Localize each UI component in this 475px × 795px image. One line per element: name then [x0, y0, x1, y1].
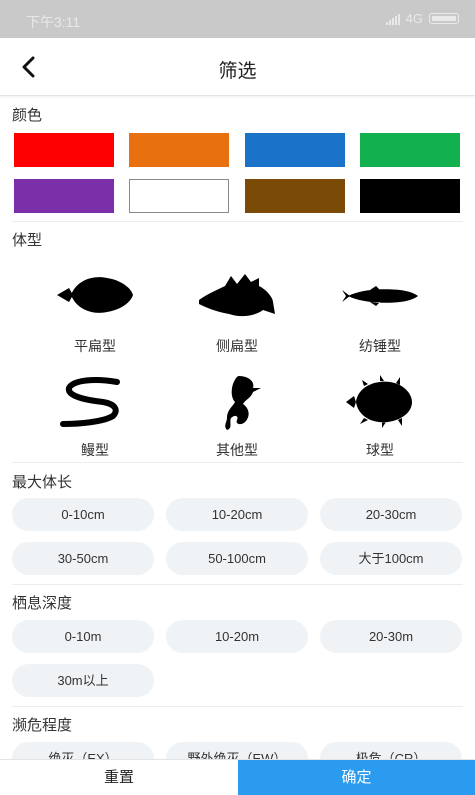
divider [12, 706, 463, 707]
color-swatch-blue[interactable] [245, 133, 345, 167]
flatfish-icon [57, 277, 133, 313]
spindle-fish-icon [342, 286, 418, 306]
depth-option[interactable]: 20-30m [320, 620, 462, 653]
body-type-eel[interactable]: 鳗型 [20, 368, 170, 468]
section-title-color: 颜色 [12, 107, 43, 124]
section-title-endangered: 濒危程度 [12, 717, 73, 734]
color-swatch-black[interactable] [360, 179, 460, 213]
status-time: 下午3:11 [26, 14, 81, 30]
battery-icon [429, 13, 459, 24]
body-type-label: 纺锤型 [359, 338, 401, 354]
confirm-button[interactable]: 确定 [238, 760, 475, 795]
color-swatch-green[interactable] [360, 133, 460, 167]
body-type-label: 平扁型 [74, 338, 116, 354]
reset-button[interactable]: 重置 [0, 760, 238, 795]
body-type-label: 侧扁型 [216, 338, 258, 354]
footer-actions: 重置 确定 [0, 759, 475, 795]
body-type-flat[interactable]: 平扁型 [20, 264, 170, 364]
section-title-max-length: 最大体长 [12, 474, 73, 491]
color-swatch-brown[interactable] [245, 179, 345, 213]
divider [12, 584, 463, 585]
body-type-label: 鳗型 [81, 442, 109, 458]
depth-option[interactable]: 10-20m [166, 620, 308, 653]
length-option[interactable]: 30-50cm [12, 542, 154, 575]
depth-option[interactable]: 0-10m [12, 620, 154, 653]
header: 筛选 [0, 38, 475, 96]
color-swatch-purple[interactable] [14, 179, 114, 213]
network-type: 4G [405, 11, 423, 26]
length-option[interactable]: 大于100cm [320, 542, 462, 575]
status-indicators: 4G [385, 11, 459, 26]
body-type-spindle[interactable]: 纺锤型 [305, 264, 455, 364]
eel-icon [60, 377, 120, 427]
length-option[interactable]: 0-10cm [12, 498, 154, 531]
section-title-depth: 栖息深度 [12, 595, 73, 612]
body-type-globular[interactable]: 球型 [305, 368, 455, 468]
page-title: 筛选 [218, 61, 257, 82]
status-bar: 下午3:11 4G [0, 0, 475, 38]
divider [12, 462, 463, 463]
divider [12, 221, 463, 222]
section-title-body-type: 体型 [12, 232, 43, 249]
color-swatch-red[interactable] [14, 133, 114, 167]
body-type-compressed[interactable]: 侧扁型 [162, 264, 312, 364]
signal-icon [385, 13, 400, 25]
body-type-label: 其他型 [216, 442, 258, 458]
length-option[interactable]: 20-30cm [320, 498, 462, 531]
depth-option[interactable]: 30m以上 [12, 664, 154, 697]
color-swatch-white[interactable] [129, 179, 229, 213]
length-option[interactable]: 50-100cm [166, 542, 308, 575]
body-type-label: 球型 [366, 442, 394, 458]
length-option[interactable]: 10-20cm [166, 498, 308, 531]
body-type-other[interactable]: 其他型 [162, 368, 312, 468]
butterflyfish-icon [199, 274, 275, 317]
pufferfish-icon [346, 375, 412, 428]
color-swatch-orange[interactable] [129, 133, 229, 167]
seahorse-icon [225, 376, 261, 430]
